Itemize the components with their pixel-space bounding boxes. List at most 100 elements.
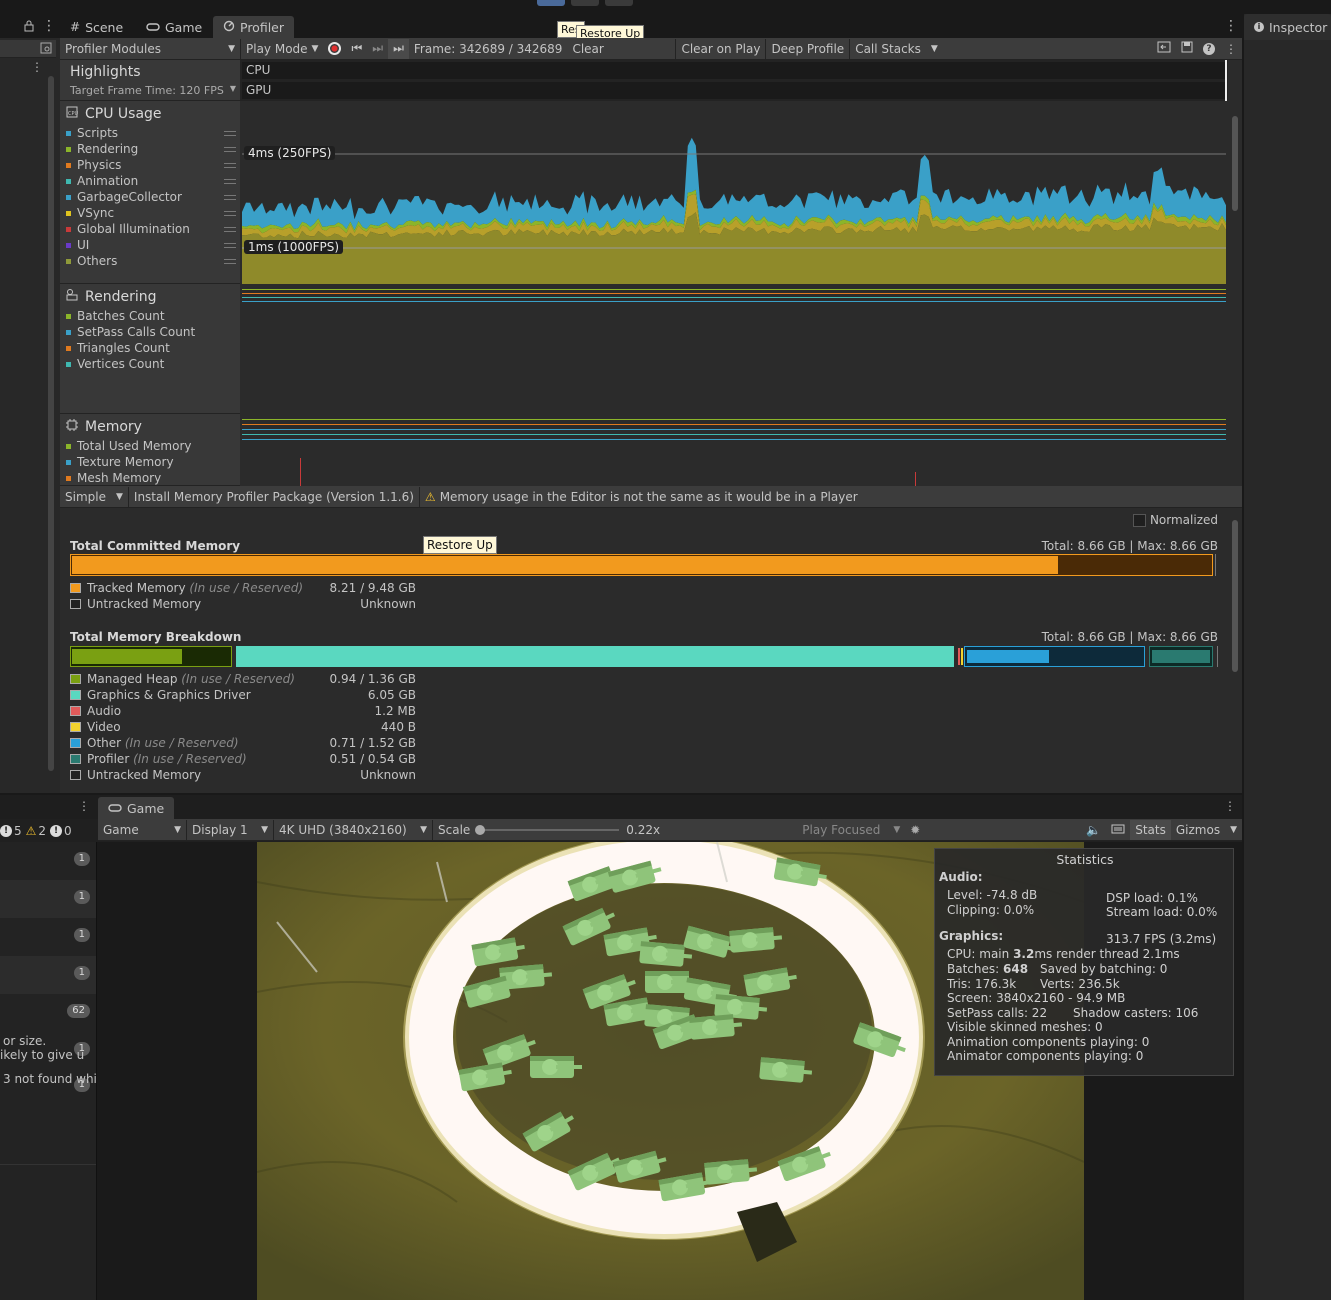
target-frame-time-dropdown[interactable]: Target Frame Time: 120 FPS ▼ <box>70 84 236 97</box>
checkbox[interactable] <box>1132 513 1146 527</box>
legend-item[interactable]: Total Used Memory <box>60 438 240 454</box>
play-mode-dropdown[interactable]: Play Mode ▼ <box>241 39 323 59</box>
record-button[interactable] <box>323 39 346 59</box>
error-count[interactable]: ! 0 <box>50 824 72 838</box>
gizmos-toggle[interactable]: Gizmos <box>1171 820 1225 840</box>
bug-toggle[interactable]: ✹ <box>905 820 925 840</box>
warning-count[interactable]: ⚠ 2 <box>26 824 46 838</box>
drag-handle-icon[interactable] <box>224 146 236 152</box>
slider-handle[interactable] <box>475 824 486 835</box>
cpu-usage-module[interactable]: CPU CPU Usage Scripts Rendering Physics Ani… <box>60 101 240 284</box>
save-button[interactable] <box>1176 39 1198 59</box>
cpu-usage-graph[interactable]: 4ms (250FPS) 1ms (1000FPS) <box>240 101 1228 284</box>
first-frame-button[interactable]: ⏮ <box>346 39 367 59</box>
rendering-module[interactable]: Rendering Batches Count SetPass Calls Cou… <box>60 284 240 414</box>
managed-heap-segment[interactable] <box>70 646 232 667</box>
more-options-icon[interactable]: ⋮ <box>1220 39 1242 59</box>
step-button[interactable] <box>605 0 633 6</box>
legend-item[interactable]: Physics <box>60 157 240 173</box>
help-button[interactable]: ? <box>1198 39 1220 59</box>
resolution-dropdown[interactable]: 4K UHD (3840x2160) ▼ <box>274 820 432 840</box>
scale-slider[interactable] <box>475 820 621 840</box>
drag-handle-icon[interactable] <box>224 162 236 168</box>
audio-segment[interactable] <box>958 648 960 665</box>
legend-item[interactable]: Others <box>60 253 240 269</box>
tab-game[interactable]: Game <box>136 16 212 38</box>
keyboard-toggle[interactable] <box>1106 820 1130 840</box>
play-focused-dropdown[interactable]: Play Focused ▼ <box>797 820 905 840</box>
legend-item[interactable]: GarbageCollector <box>60 189 240 205</box>
memory-graph[interactable] <box>240 414 1228 486</box>
game-mode-dropdown[interactable]: Game ▼ <box>98 820 186 840</box>
deep-profile-toggle[interactable]: Deep Profile <box>766 39 849 59</box>
drag-handle-icon[interactable] <box>224 258 236 264</box>
memory-scrollbar[interactable] <box>1232 520 1238 672</box>
breakdown-bar[interactable] <box>70 646 1218 668</box>
pause-button[interactable] <box>571 0 599 6</box>
tab-profiler[interactable]: Profiler <box>213 16 295 38</box>
rendering-graph[interactable] <box>240 284 1228 414</box>
more-options-icon[interactable]: ⋮ <box>78 799 90 813</box>
highlights-graph[interactable]: CPU GPU <box>240 60 1228 101</box>
legend-item[interactable]: Mesh Memory <box>60 470 240 485</box>
tab-game[interactable]: Game <box>98 797 175 819</box>
memory-legend-row[interactable]: Managed Heap (In use / Reserved) 0.94 / 1… <box>70 671 416 687</box>
memory-legend-row[interactable]: Tracked Memory (In use / Reserved) 8.21 /… <box>70 580 416 596</box>
legend-item[interactable]: UI <box>60 237 240 253</box>
view-mode-dropdown[interactable]: Simple ▼ <box>60 487 128 507</box>
highlights-module[interactable]: Highlights Target Frame Time: 120 FPS ▼ <box>60 60 240 101</box>
info-count[interactable]: ! 5 <box>0 824 22 838</box>
load-button[interactable] <box>1152 39 1176 59</box>
more-options-icon[interactable]: ⋮ <box>31 60 43 74</box>
more-options-icon[interactable]: ⋮ <box>42 18 56 34</box>
drag-handle-icon[interactable] <box>224 178 236 184</box>
inspector-title[interactable]: Inspector <box>1269 20 1327 35</box>
legend-item[interactable]: Vertices Count <box>60 356 240 372</box>
legend-item[interactable]: Scripts <box>60 125 240 141</box>
video-segment[interactable] <box>961 648 963 665</box>
legend-item[interactable]: Batches Count <box>60 308 240 324</box>
stats-toggle[interactable]: Stats <box>1130 819 1171 840</box>
legend-item[interactable]: Texture Memory <box>60 454 240 470</box>
committed-bar[interactable] <box>70 554 1213 576</box>
memory-legend-row[interactable]: Untracked Memory Unknown <box>70 767 416 783</box>
install-memory-profiler-button[interactable]: Install Memory Profiler Package (Version… <box>129 487 419 507</box>
tab-scene[interactable]: # Scene <box>60 16 133 38</box>
drag-handle-icon[interactable] <box>224 226 236 232</box>
memory-legend-row[interactable]: Other (In use / Reserved) 0.71 / 1.52 GB <box>70 735 416 751</box>
graphics-segment[interactable] <box>236 646 954 667</box>
profiler-segment[interactable] <box>1149 646 1213 667</box>
audio-toggle[interactable]: 🔈 <box>1081 820 1106 840</box>
memory-legend-row[interactable]: Graphics & Graphics Driver 6.05 GB <box>70 687 416 703</box>
clear-button[interactable]: Clear <box>567 39 675 59</box>
memory-legend-row[interactable]: Video 440 B <box>70 719 416 735</box>
drag-handle-icon[interactable] <box>224 242 236 248</box>
other-segment[interactable] <box>964 646 1145 667</box>
drag-handle-icon[interactable] <box>224 210 236 216</box>
memory-legend-row[interactable]: Profiler (In use / Reserved) 0.51 / 0.54 … <box>70 751 416 767</box>
legend-item[interactable]: Global Illumination <box>60 221 240 237</box>
display-dropdown[interactable]: Display 1 ▼ <box>187 820 273 840</box>
legend-item[interactable]: Animation <box>60 173 240 189</box>
next-frame-button[interactable]: ⏭ <box>367 39 388 59</box>
legend-item[interactable]: Triangles Count <box>60 340 240 356</box>
profiler-modules-dropdown[interactable]: Profiler Modules ▼ <box>60 39 240 59</box>
lock-icon[interactable] <box>24 20 34 35</box>
search-icon[interactable] <box>40 42 52 57</box>
legend-item[interactable]: VSync <box>60 205 240 221</box>
more-options-icon[interactable]: ⋮ <box>1224 799 1236 813</box>
memory-module[interactable]: Memory Total Used Memory Texture Memory Me… <box>60 414 240 486</box>
normalized-toggle[interactable]: Normalized <box>1132 513 1218 527</box>
call-stacks-dropdown[interactable]: ▼ <box>926 39 943 59</box>
drag-handle-icon[interactable] <box>224 130 236 136</box>
clear-on-play-toggle[interactable]: Clear on Play <box>676 39 765 59</box>
legend-item[interactable]: Rendering <box>60 141 240 157</box>
drag-handle-icon[interactable] <box>224 194 236 200</box>
scrollbar[interactable] <box>48 76 54 771</box>
call-stacks-toggle[interactable]: Call Stacks <box>850 39 926 59</box>
memory-legend-row[interactable]: Audio 1.2 MB <box>70 703 416 719</box>
more-options-icon[interactable]: ⋮ <box>1224 18 1238 34</box>
gizmos-dropdown[interactable]: ▼ <box>1225 820 1242 840</box>
legend-item[interactable]: SetPass Calls Count <box>60 324 240 340</box>
current-frame-button[interactable]: ⏭ <box>388 38 409 59</box>
